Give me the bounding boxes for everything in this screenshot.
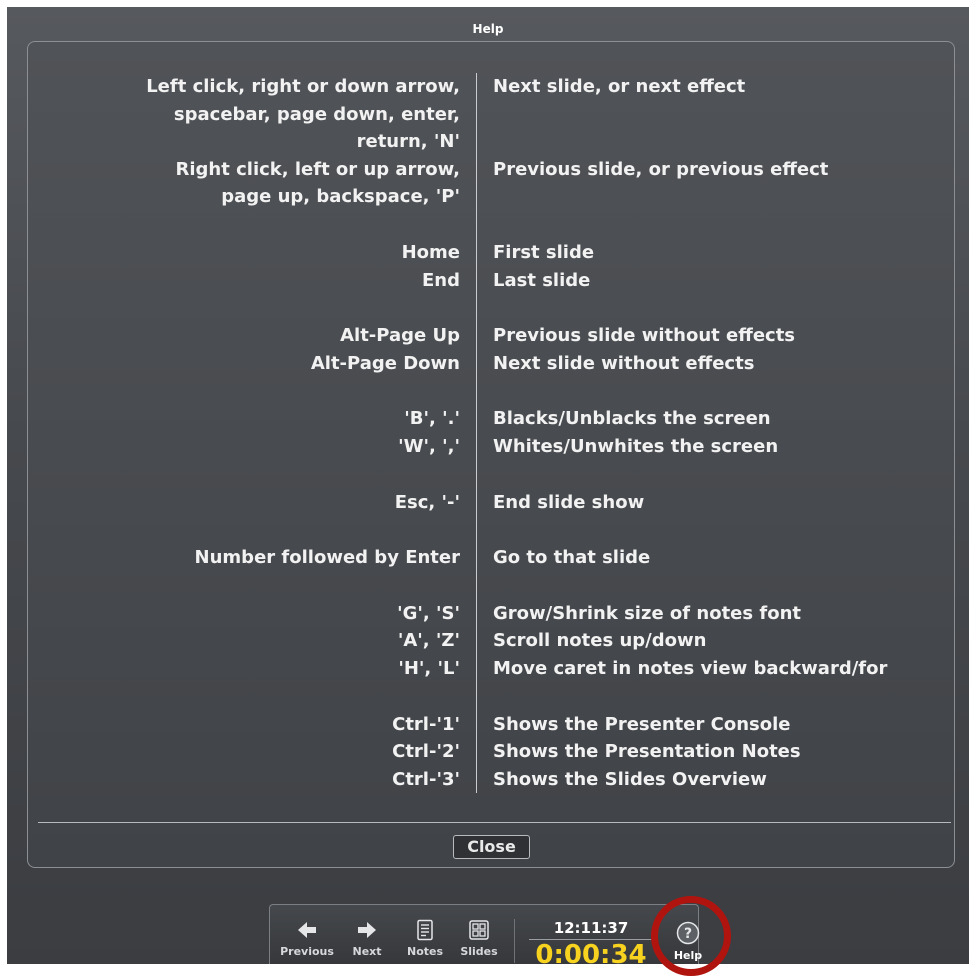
shortcut-action bbox=[477, 101, 956, 129]
table-row: page up, backspace, 'P' bbox=[28, 183, 956, 211]
shortcut-action: Previous slide without effects bbox=[493, 325, 796, 347]
slides-label: Slides bbox=[460, 945, 498, 958]
shortcut-keys: Alt-Page Down bbox=[28, 349, 477, 378]
help-window: Help Left click, right or down arrow, Ne… bbox=[7, 7, 969, 976]
shortcut-keys: Ctrl-'1' bbox=[28, 710, 477, 739]
toolbar-separator bbox=[514, 919, 515, 963]
shortcut-keys: End bbox=[28, 266, 477, 295]
spacer-cell bbox=[28, 210, 477, 239]
next-label: Next bbox=[352, 945, 382, 958]
shortcut-table: Left click, right or down arrow, Next sl… bbox=[28, 73, 956, 794]
arrow-right-icon bbox=[358, 922, 376, 938]
shortcut-action: Blacks/Unblacks the screen bbox=[493, 408, 771, 430]
shortcut-keys: spacebar, page down, enter, bbox=[28, 100, 477, 129]
slides-grid-icon bbox=[469, 920, 489, 940]
shortcut-action bbox=[477, 128, 956, 156]
row-spacer bbox=[28, 460, 956, 489]
shortcut-action: Next slide, or next effect bbox=[493, 76, 746, 97]
row-spacer bbox=[28, 294, 956, 323]
table-row: Right click, left or up arrow, Previous … bbox=[28, 155, 956, 184]
table-row: Alt-Page Down Next slide without effects bbox=[28, 349, 956, 378]
table-row: Esc, '-' End slide show bbox=[28, 488, 956, 517]
shortcut-keys: Esc, '-' bbox=[28, 488, 477, 517]
shortcut-action: First slide bbox=[493, 241, 595, 263]
shortcut-action: Last slide bbox=[493, 269, 591, 291]
shortcut-keys: Right click, left or up arrow, bbox=[28, 155, 477, 184]
notes-icon bbox=[417, 919, 433, 941]
shortcut-keys: Home bbox=[28, 238, 477, 267]
table-row: End Last slide bbox=[28, 266, 956, 295]
row-spacer bbox=[28, 571, 956, 600]
table-row: Ctrl-'1' Shows the Presenter Console bbox=[28, 710, 956, 739]
spacer-cell bbox=[28, 294, 477, 323]
row-spacer bbox=[28, 516, 956, 545]
shortcut-keys: 'G', 'S' bbox=[28, 599, 477, 628]
table-row: return, 'N' bbox=[28, 128, 956, 156]
shortcut-keys: 'A', 'Z' bbox=[28, 627, 477, 655]
shortcut-keys: Ctrl-'3' bbox=[28, 765, 477, 794]
close-button[interactable]: Close bbox=[453, 835, 530, 859]
shortcut-keys: Number followed by Enter bbox=[28, 544, 477, 572]
previous-button[interactable]: Previous bbox=[280, 919, 334, 958]
shortcut-action: Whites/Unwhites the screen bbox=[493, 435, 779, 457]
panel-divider bbox=[38, 822, 951, 823]
help-panel: Left click, right or down arrow, Next sl… bbox=[27, 41, 955, 868]
table-row: spacebar, page down, enter, bbox=[28, 100, 956, 129]
window-title: Help bbox=[472, 22, 504, 36]
row-spacer bbox=[28, 682, 956, 711]
notes-button[interactable]: Notes bbox=[404, 919, 446, 958]
shortcut-action: Previous slide, or previous effect bbox=[493, 158, 829, 180]
shortcut-keys: Alt-Page Up bbox=[28, 322, 477, 350]
shortcut-keys: 'W', ',' bbox=[28, 432, 477, 461]
table-row: 'A', 'Z' Scroll notes up/down bbox=[28, 627, 956, 655]
row-spacer bbox=[28, 210, 956, 239]
spacer-cell bbox=[28, 571, 477, 600]
spacer-cell bbox=[28, 682, 477, 711]
shortcut-keys: Left click, right or down arrow, bbox=[28, 73, 477, 101]
current-time: 12:11:37 bbox=[553, 919, 629, 937]
spacer-cell bbox=[28, 516, 477, 545]
table-row: Number followed by Enter Go to that slid… bbox=[28, 544, 956, 572]
next-button[interactable]: Next bbox=[350, 919, 384, 958]
shortcut-action: Next slide without effects bbox=[493, 352, 755, 374]
table-row: Home First slide bbox=[28, 238, 956, 267]
shortcut-action: Scroll notes up/down bbox=[493, 630, 707, 652]
spacer-cell bbox=[28, 460, 477, 489]
notes-label: Notes bbox=[406, 945, 444, 958]
previous-label: Previous bbox=[280, 945, 334, 958]
shortcut-action: Grow/Shrink size of notes font bbox=[493, 602, 801, 624]
shortcut-action: Shows the Presentation Notes bbox=[493, 741, 801, 763]
table-row: Ctrl-'2' Shows the Presentation Notes bbox=[28, 738, 956, 766]
table-row: 'W', ',' Whites/Unwhites the screen bbox=[28, 432, 956, 461]
shortcut-keys: page up, backspace, 'P' bbox=[28, 183, 477, 211]
shortcut-action: Shows the Presenter Console bbox=[493, 713, 791, 735]
shortcut-action: Move caret in notes view backward/for bbox=[493, 657, 888, 679]
shortcut-action: End slide show bbox=[493, 491, 645, 513]
table-row: 'H', 'L' Move caret in notes view backwa… bbox=[28, 654, 956, 683]
shortcut-keys: Ctrl-'2' bbox=[28, 738, 477, 766]
table-row: 'G', 'S' Grow/Shrink size of notes font bbox=[28, 599, 956, 628]
spacer-cell bbox=[28, 377, 477, 406]
table-row: Ctrl-'3' Shows the Slides Overview bbox=[28, 765, 956, 794]
row-spacer bbox=[28, 377, 956, 406]
shortcut-keys: 'H', 'L' bbox=[28, 654, 477, 683]
shortcut-action bbox=[477, 183, 956, 211]
elapsed-timer: 0:00:34 bbox=[529, 939, 653, 969]
shortcut-keys: 'B', '.' bbox=[28, 405, 477, 433]
presenter-toolbar: Previous Next Notes Slides 12:11:37 0:00… bbox=[269, 904, 702, 969]
slides-button[interactable]: Slides bbox=[458, 919, 500, 958]
shortcut-keys: return, 'N' bbox=[28, 128, 477, 156]
table-row: Left click, right or down arrow, Next sl… bbox=[28, 73, 956, 101]
arrow-left-icon bbox=[298, 922, 316, 938]
help-highlight-ring bbox=[651, 896, 731, 976]
shortcut-action: Shows the Slides Overview bbox=[493, 768, 767, 790]
table-row: 'B', '.' Blacks/Unblacks the screen bbox=[28, 405, 956, 433]
table-row: Alt-Page Up Previous slide without effec… bbox=[28, 322, 956, 350]
shortcut-action: Go to that slide bbox=[493, 547, 651, 569]
